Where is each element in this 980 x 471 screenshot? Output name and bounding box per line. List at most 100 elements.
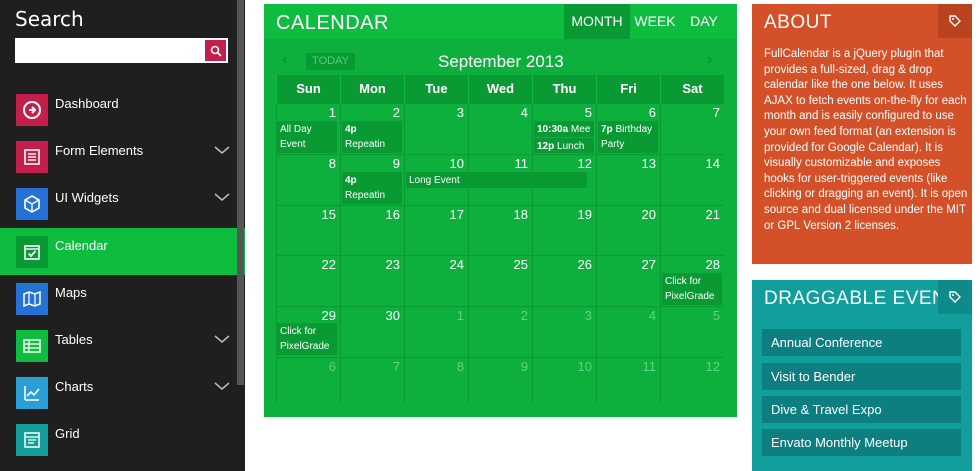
day-header: Sat (660, 75, 724, 103)
sidebar-item-form-elements[interactable]: Form Elements (0, 133, 245, 180)
event-repeating[interactable]: 4p Repeatin Event (342, 121, 402, 153)
day-number: 6 (648, 105, 656, 120)
event-all-day[interactable]: All Day Event (277, 121, 337, 153)
event-birthday[interactable]: 7p Birthday Party (598, 121, 658, 153)
sidebar-item-label: Maps (55, 285, 87, 300)
day-cell[interactable]: 15 (276, 205, 340, 255)
day-header: Thu (532, 75, 596, 103)
sidebar-item-grid[interactable]: Grid (0, 416, 245, 463)
day-cell[interactable]: 10 (532, 357, 596, 403)
chevron-down-icon (214, 382, 230, 390)
day-number: 12 (577, 156, 592, 171)
sidebar-item-maps[interactable]: Maps (0, 275, 245, 322)
draggable-event[interactable]: Envato Monthly Meetup (762, 429, 961, 456)
day-cell[interactable]: 19 (532, 205, 596, 255)
sidebar-item-label: Tables (55, 332, 93, 347)
today-button[interactable]: TODAY (306, 53, 355, 70)
day-cell[interactable]: 27 (596, 255, 660, 306)
day-cell[interactable]: 3 (532, 306, 596, 357)
event-click-pixelgrade[interactable]: Click for PixelGrade (277, 323, 337, 355)
day-cell[interactable]: 2 (468, 306, 532, 357)
day-number: 11 (642, 359, 657, 374)
event-time: 10:30a (537, 124, 569, 135)
draggable-events-panel: DRAGGABLE EVENTS Annual Conference Visit… (752, 280, 972, 471)
sidebar-item-calendar[interactable]: Calendar (0, 228, 245, 275)
day-cell[interactable]: 26 (532, 255, 596, 306)
month-view-button[interactable]: MONTH (564, 4, 630, 39)
about-panel: ABOUT FullCalendar is a jQuery plugin th… (752, 4, 972, 264)
chevron-down-icon (214, 146, 230, 154)
draggable-event[interactable]: Visit to Bender (762, 363, 961, 390)
event-lunch[interactable]: 12p Lunch (534, 138, 594, 153)
week-view-button[interactable]: WEEK (630, 4, 680, 39)
search-button[interactable] (205, 40, 226, 61)
event-label: All Day Event (280, 124, 312, 150)
day-cell[interactable]: 8 (404, 357, 468, 403)
prev-month-icon[interactable]: ‹ (282, 51, 287, 69)
day-cell[interactable]: 3 (404, 103, 468, 154)
day-number: 27 (641, 257, 656, 272)
day-cell[interactable]: 23 (340, 255, 404, 306)
day-cell[interactable]: 7 (340, 357, 404, 403)
sidebar-item-dashboard[interactable]: Dashboard (0, 86, 245, 133)
next-month-icon[interactable]: › (707, 51, 712, 69)
event-label: Repeatin Event (345, 190, 386, 201)
day-number: 9 (392, 156, 400, 171)
chart-icon (16, 376, 48, 409)
day-number: 13 (641, 156, 656, 171)
day-cell[interactable]: 17 (404, 205, 468, 255)
day-cell[interactable]: 21 (660, 205, 724, 255)
day-cell[interactable]: 9 (468, 357, 532, 403)
event-meeting[interactable]: 10:30a Mee (534, 121, 594, 137)
search-title: Search (15, 7, 84, 31)
day-number: 12 (705, 359, 720, 374)
day-header: Sun (276, 75, 340, 103)
calendar-body: ‹ TODAY September 2013 › Sun Mon Tue Wed… (264, 39, 737, 417)
tag-icon[interactable] (938, 280, 972, 314)
sidebar-item-charts[interactable]: Charts (0, 369, 245, 416)
day-cell[interactable]: 1 (404, 306, 468, 357)
day-cell[interactable]: 4 (596, 306, 660, 357)
draggable-event[interactable]: Annual Conference (762, 329, 961, 356)
day-number: 8 (456, 359, 464, 374)
day-cell[interactable]: 14 (660, 154, 724, 205)
event-click-pixelgrade[interactable]: Click for PixelGrade (662, 273, 722, 305)
day-cell[interactable]: 5 (660, 306, 724, 357)
event-time: 7p (601, 124, 613, 135)
list-icon (16, 140, 48, 173)
event-label: Click for PixelGrade (280, 326, 330, 352)
sidebar-item-ui-widgets[interactable]: UI Widgets (0, 180, 245, 227)
day-cell[interactable]: 12 (660, 357, 724, 403)
day-header: Mon (340, 75, 404, 103)
day-cell[interactable]: 13 (596, 154, 660, 205)
day-cell[interactable]: 20 (596, 205, 660, 255)
day-cell[interactable]: 11 (596, 357, 660, 403)
search-icon (210, 45, 222, 57)
day-number: 28 (705, 257, 720, 272)
day-cell[interactable]: 30 (340, 306, 404, 357)
sidebar-item-label: Dashboard (55, 96, 119, 111)
event-time: 4p (345, 124, 357, 135)
day-cell[interactable]: 25 (468, 255, 532, 306)
day-cell[interactable]: 16 (340, 205, 404, 255)
day-number: 4 (648, 308, 656, 323)
sidebar-item-tables[interactable]: Tables (0, 322, 245, 369)
sidebar-scrollbar[interactable] (237, 0, 244, 385)
day-view-button[interactable]: DAY (680, 4, 728, 39)
day-cell[interactable]: 22 (276, 255, 340, 306)
day-number: 7 (712, 105, 720, 120)
calendar-panel: CALENDAR MONTH WEEK DAY ‹ TODAY Septembe… (264, 4, 737, 417)
event-repeating[interactable]: 4p Repeatin Event (342, 172, 402, 204)
event-long[interactable]: Long Event (406, 172, 587, 188)
tag-icon[interactable] (938, 4, 972, 38)
day-cell[interactable]: 6 (276, 357, 340, 403)
day-cell[interactable]: 8 (276, 154, 340, 205)
draggable-event[interactable]: Dive & Travel Expo (762, 396, 961, 423)
day-cell[interactable]: 18 (468, 205, 532, 255)
day-number: 5 (712, 308, 720, 323)
search-input[interactable] (15, 38, 205, 63)
day-cell[interactable]: 4 (468, 103, 532, 154)
day-cell[interactable]: 24 (404, 255, 468, 306)
day-cell[interactable]: 7 (660, 103, 724, 154)
day-number: 2 (392, 105, 400, 120)
